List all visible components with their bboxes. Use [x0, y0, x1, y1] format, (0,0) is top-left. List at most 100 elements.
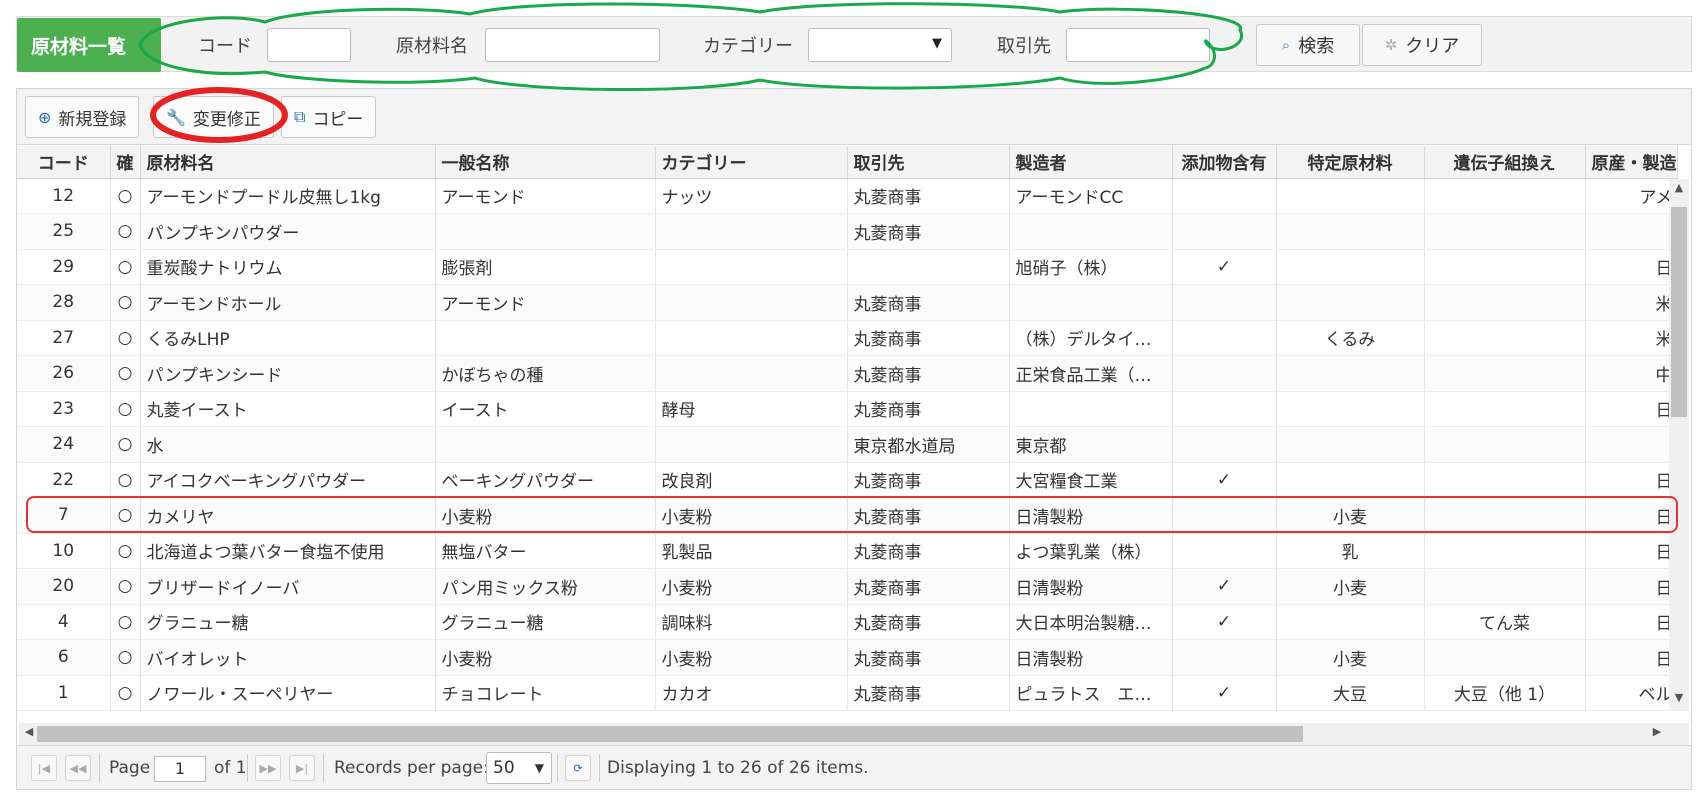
table-row[interactable]: 25 ○ パンプキンパウダー 丸菱商事 — [17, 213, 1678, 250]
divider — [323, 754, 324, 782]
edit-button[interactable]: 🔧 変更修正 — [153, 96, 274, 138]
table-cell-category — [655, 213, 848, 250]
column-header[interactable]: 遺伝子組換え — [1424, 146, 1586, 179]
vertical-scroll-thumb[interactable] — [1671, 207, 1687, 417]
column-header[interactable]: 原材料名 — [140, 146, 436, 179]
table-row[interactable]: 10 ○ 北海道よつ葉バター食塩不使用 無塩バター 乳製品 丸菱商事 よつ葉乳業（株） 乳 日 — [17, 533, 1678, 569]
records-per-page-value: 50 — [493, 758, 515, 778]
scroll-up-icon[interactable]: ▲ — [1669, 181, 1689, 199]
table-cell-generic: グラニュー糖 — [435, 604, 656, 640]
table-row[interactable]: 1 ○ ノワール・スーペリヤー チョコレート カカオ 丸菱商事 ピュラトス エ… ✓ 大豆 大豆（… — [17, 675, 1678, 711]
table-cell-maker: 日清製粉 — [1009, 497, 1173, 534]
column-header[interactable]: カテゴリー — [655, 146, 848, 179]
table-cell-gmo — [1424, 462, 1586, 498]
scroll-left-icon[interactable]: ◀ — [21, 725, 37, 743]
table-cell-supplier: 丸菱商事 — [847, 604, 1010, 640]
code-input[interactable] — [267, 28, 351, 62]
table-cell-name: 水 — [140, 426, 436, 463]
table-cell-gmo — [1424, 320, 1586, 356]
table-cell-supplier: 丸菱商事 — [847, 533, 1010, 569]
table-row[interactable]: 22 ○ アイコクベーキングパウダー ベーキングパウダー 改良剤 丸菱商事 大宮糧食工業 ✓ 日 — [17, 462, 1678, 498]
table-cell-chk: ○ — [110, 213, 141, 250]
copy-button[interactable]: ⧉ コピー — [281, 96, 377, 138]
table-cell-allergen: くるみ — [1276, 320, 1425, 356]
code-label: コード — [198, 36, 252, 57]
horizontal-scrollbar[interactable]: ◀ ▶ — [19, 723, 1689, 745]
vertical-scrollbar[interactable]: ▲ ▼ — [1669, 179, 1689, 711]
table-cell-gmo — [1424, 497, 1586, 534]
table-cell-category — [655, 320, 848, 356]
records-per-page-select[interactable]: 50 ▼ — [486, 752, 552, 784]
search-button-label: 検索 — [1298, 36, 1335, 57]
column-header[interactable]: 原産・製造 — [1585, 146, 1678, 179]
first-page-icon[interactable]: |◀ — [31, 755, 57, 781]
table-row[interactable]: 29 ○ 重炭酸ナトリウム 膨張剤 旭硝子（株） ✓ 日 — [17, 249, 1678, 285]
table-row[interactable]: 20 ○ ブリザードイノーバ パン用ミックス粉 小麦粉 丸菱商事 日清製粉 ✓ 小麦 日 — [17, 568, 1678, 605]
table-cell-gmo — [1424, 249, 1586, 285]
table-cell-name: ブリザードイノーバ — [140, 568, 436, 605]
table-row[interactable]: 28 ○ アーモンドホール アーモンド 丸菱商事 米 — [17, 284, 1678, 321]
table-cell-category — [655, 249, 848, 285]
table-row[interactable]: 4 ○ グラニュー糖 グラニュー糖 調味料 丸菱商事 大日本明治製糖… ✓ てん菜日 — [17, 604, 1678, 640]
table-row[interactable]: 12 ○ アーモンドプードル皮無し1kg アーモンド ナッツ 丸菱商事 アーモンドCC アメ — [17, 178, 1678, 214]
table-cell-origin — [1585, 426, 1678, 463]
table-cell-additive — [1172, 355, 1277, 392]
table-cell-origin: 日 — [1585, 391, 1678, 427]
prev-page-icon[interactable]: ◀◀ — [65, 755, 91, 781]
scroll-right-icon[interactable]: ▶ — [1649, 725, 1665, 743]
table-cell-name: アーモンドプードル皮無し1kg — [140, 178, 436, 214]
table-cell-chk: ○ — [110, 355, 141, 392]
table-row[interactable]: 26 ○ パンプキンシード かぼちゃの種 丸菱商事 正栄食品工業（… 中 — [17, 355, 1678, 392]
clear-button[interactable]: ✲ クリア — [1362, 24, 1482, 66]
table-cell-additive: ✓ — [1172, 249, 1277, 285]
new-button[interactable]: ⊕ 新規登録 — [25, 96, 140, 138]
table-cell-code: 12 — [17, 178, 111, 214]
table-row[interactable]: 24 ○ 水 東京都水道局 東京都 — [17, 426, 1678, 463]
table-cell-allergen — [1276, 426, 1425, 463]
table-cell-gmo — [1424, 391, 1586, 427]
column-header[interactable]: 製造者 — [1009, 146, 1173, 179]
table-row[interactable]: 23 ○ 丸菱イースト イースト 酵母 丸菱商事 日 — [17, 391, 1678, 427]
column-header[interactable]: コード — [17, 146, 111, 179]
column-header[interactable]: 一般名称 — [435, 146, 656, 179]
table-cell-chk: ○ — [110, 604, 141, 640]
last-page-icon[interactable]: ▶| — [289, 755, 315, 781]
table-cell-chk: ○ — [110, 426, 141, 463]
table-cell-code: 10 — [17, 533, 111, 569]
table-cell-name: アーモンドホール — [140, 284, 436, 321]
table-cell-chk: ○ — [110, 675, 141, 711]
table-cell-chk: ○ — [110, 568, 141, 605]
category-select[interactable]: ▼ — [808, 28, 952, 62]
table-cell-name: 丸菱イースト — [140, 391, 436, 427]
table-cell-additive — [1172, 213, 1277, 250]
column-header[interactable]: 添加物含有 — [1172, 146, 1277, 179]
supplier-input[interactable] — [1066, 28, 1210, 62]
table-row[interactable]: 6 ○ バイオレット 小麦粉 小麦粉 丸菱商事 日清製粉 小麦日 — [17, 639, 1678, 676]
table-cell-generic: ベーキングパウダー — [435, 462, 656, 498]
display-status-text: Displaying 1 to 26 of 26 items. — [607, 758, 869, 778]
table-cell-chk: ○ — [110, 320, 141, 356]
next-page-icon[interactable]: ▶▶ — [255, 755, 281, 781]
table-cell-code: 29 — [17, 249, 111, 285]
scroll-down-icon[interactable]: ▼ — [1669, 691, 1689, 709]
table-cell-additive — [1172, 320, 1277, 356]
table-row[interactable]: 27 ○ くるみLHP 丸菱商事 （株）デルタイ… くるみ 米 — [17, 320, 1678, 356]
table-cell-category: 酵母 — [655, 391, 848, 427]
new-button-label: 新規登録 — [58, 109, 127, 130]
table-cell-code: 4 — [17, 604, 111, 640]
material-name-input[interactable] — [485, 28, 660, 62]
column-header[interactable]: 取引先 — [847, 146, 1010, 179]
column-header[interactable]: 特定原材料 — [1276, 146, 1425, 179]
table-cell-supplier: 東京都水道局 — [847, 426, 1010, 463]
column-header[interactable]: 確 — [110, 146, 141, 179]
table-cell-allergen: 小麦 — [1276, 639, 1425, 676]
horizontal-scroll-thumb[interactable] — [37, 726, 1303, 742]
search-button[interactable]: ⌕ 検索 — [1256, 24, 1360, 66]
table-cell-chk: ○ — [110, 533, 141, 569]
page-number-input[interactable]: 1 — [154, 756, 206, 782]
table-cell-gmo: てん菜 — [1424, 604, 1586, 640]
table-cell-chk: ○ — [110, 284, 141, 321]
refresh-icon[interactable]: ⟳ — [565, 755, 591, 781]
table-row[interactable]: 7 ○ カメリヤ 小麦粉 小麦粉 丸菱商事 日清製粉 小麦日 — [17, 497, 1678, 534]
table-cell-maker: よつ葉乳業（株） — [1009, 533, 1173, 569]
